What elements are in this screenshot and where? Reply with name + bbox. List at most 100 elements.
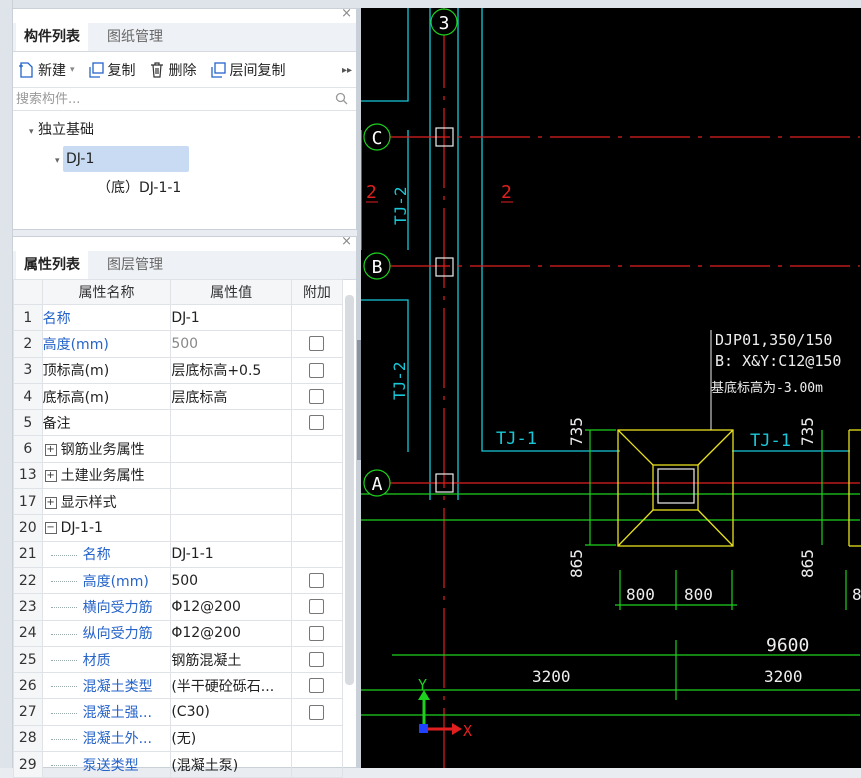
close-icon[interactable]: × [341, 235, 352, 249]
tab-layer-management[interactable]: 图层管理 [99, 251, 171, 279]
extra-checkbox[interactable] [309, 389, 325, 405]
floor-copy-button[interactable]: 层间复制 [209, 60, 286, 80]
extra-checkbox[interactable] [309, 336, 325, 352]
chevron-down-icon[interactable]: ▾ [29, 127, 34, 137]
extra-checkbox[interactable] [309, 678, 325, 694]
cad-label-tj2b: TJ-2 [390, 361, 409, 400]
header-property-name: 属性名称 [41, 279, 172, 305]
cad-canvas[interactable]: 3 C B A 2 2 TJ-2 TJ-2 TJ-1 TJ-1 DJP01,35… [361, 8, 861, 768]
tab-component-list[interactable]: 构件列表 [16, 23, 88, 51]
property-value[interactable]: 层底标高 [170, 382, 292, 411]
cad-dim-3200b: 3200 [764, 667, 803, 686]
delete-label: 删除 [168, 63, 197, 79]
close-icon[interactable]: × [341, 7, 352, 21]
new-label: 新建 [38, 63, 66, 79]
cad-walls [361, 8, 850, 500]
table-row[interactable]: 27 混凝土强... (C30) [13, 698, 344, 726]
header-number [13, 279, 43, 305]
property-name: 横向受力筋 [41, 593, 172, 621]
property-value[interactable]: (混凝土泵) [170, 751, 292, 778]
table-row[interactable]: 13 + 土建业务属性 [13, 461, 344, 490]
table-row[interactable]: 20 − DJ-1-1 [13, 514, 344, 542]
property-name: 材质 [41, 645, 172, 674]
property-value[interactable]: DJ-1 [170, 303, 292, 332]
table-row[interactable]: 29 泵送类型 (混凝土泵) [13, 751, 344, 778]
table-row[interactable]: 26 混凝土类型 (半干硬砼砾石... [13, 672, 344, 700]
property-group: + 钢筋业务属性 [41, 435, 172, 463]
extra-cell [290, 514, 344, 542]
delete-button[interactable]: 删除 [148, 60, 197, 80]
property-value[interactable]: Φ12@200 [170, 619, 292, 647]
property-value[interactable]: (半干硬砼砾石... [170, 672, 292, 700]
table-row[interactable]: 22 高度(mm) 500 [13, 566, 344, 595]
expand-plus-icon[interactable]: + [44, 496, 57, 509]
cad-dim-735b: 735 [798, 417, 817, 446]
extra-checkbox[interactable] [309, 362, 325, 378]
property-value[interactable]: (C30) [170, 698, 292, 726]
cad-drawing[interactable]: 3 C B A 2 2 TJ-2 TJ-2 TJ-1 TJ-1 DJP01,35… [361, 8, 861, 768]
tree-label-root: 独立基础 [37, 122, 94, 138]
row-number: 29 [13, 751, 43, 778]
table-row[interactable]: 21 名称 DJ-1-1 [13, 540, 344, 568]
expand-plus-icon[interactable]: + [44, 444, 57, 457]
axis-label-3: 3 [439, 13, 450, 34]
extra-checkbox[interactable] [309, 625, 325, 641]
table-row[interactable]: 17 + 显示样式 [13, 488, 344, 516]
table-row[interactable]: 3 顶标高(m) 层底标高+0.5 [13, 356, 344, 384]
property-value[interactable]: Φ12@200 [170, 593, 292, 621]
extra-cell [290, 303, 344, 332]
extra-cell [290, 409, 344, 437]
group-label: DJ-1-1 [60, 520, 103, 537]
more-tools-icon[interactable]: ▸▸ [342, 65, 352, 76]
collapse-minus-icon[interactable]: − [44, 522, 57, 535]
extra-checkbox[interactable] [309, 573, 325, 589]
tree-node-dj-1[interactable]: ▾ DJ-1 [55, 146, 189, 172]
table-row[interactable]: 23 横向受力筋 Φ12@200 [13, 593, 344, 621]
row-number: 27 [13, 698, 43, 726]
extra-checkbox[interactable] [309, 415, 325, 431]
table-row[interactable]: 25 材质 钢筋混凝土 [13, 645, 344, 674]
extra-checkbox[interactable] [309, 652, 325, 667]
tree-node-dj-1-1[interactable]: （底）DJ-1-1 [97, 175, 181, 201]
cad-dim-8: 8 [852, 585, 861, 604]
property-value[interactable]: 层底标高+0.5 [170, 356, 292, 384]
extra-checkbox[interactable] [309, 599, 325, 615]
chevron-down-icon[interactable]: ▾ [55, 156, 60, 166]
property-value[interactable]: 500 [170, 330, 292, 358]
cad-note-3: 基底标高为-3.00m [711, 380, 823, 396]
property-value[interactable]: 钢筋混凝土 [170, 645, 292, 674]
table-row[interactable]: 28 混凝土外... (无) [13, 724, 344, 753]
table-row[interactable]: 24 纵向受力筋 Φ12@200 [13, 619, 344, 647]
search-input[interactable] [13, 88, 318, 110]
tree-node-isolated-foundation[interactable]: ▾ 独立基础 [29, 117, 94, 143]
chevron-down-icon[interactable]: ▾ [70, 65, 75, 75]
property-table: 属性名称 属性值 附加 1 名称 DJ-1 2 高度(mm) 500 3 顶标高… [13, 279, 344, 778]
property-value[interactable]: DJ-1-1 [170, 540, 292, 568]
row-number: 26 [13, 672, 43, 700]
copy-button[interactable]: 复制 [87, 60, 136, 80]
table-row[interactable]: 5 备注 [13, 409, 344, 437]
vertical-scrollbar[interactable] [345, 295, 354, 685]
new-button[interactable]: 新建 ▾ [17, 60, 75, 80]
cad-dim-800b: 800 [684, 585, 713, 604]
property-group: − DJ-1-1 [41, 514, 172, 542]
table-row[interactable]: 4 底标高(m) 层底标高 [13, 382, 344, 411]
tab-property-list[interactable]: 属性列表 [16, 251, 88, 279]
table-row[interactable]: 6 + 钢筋业务属性 [13, 435, 344, 463]
property-value[interactable]: (无) [170, 724, 292, 753]
tab-drawing-management[interactable]: 图纸管理 [99, 23, 171, 51]
property-value[interactable]: 500 [170, 566, 292, 595]
property-name: 纵向受力筋 [41, 619, 172, 647]
component-list-panel: × 构件列表 图纸管理 新建 ▾ 复制 删除 层间复制 ▸▸ ▾ 独立基础 ▾ [12, 7, 357, 230]
cad-dim-735a: 735 [567, 417, 586, 446]
expand-plus-icon[interactable]: + [44, 470, 57, 483]
extra-checkbox[interactable] [309, 704, 325, 720]
new-file-icon [19, 62, 33, 78]
property-value[interactable] [170, 409, 292, 437]
top-strip [0, 0, 861, 8]
row-number: 21 [13, 540, 43, 568]
axis-label-c: C [372, 128, 383, 149]
table-row[interactable]: 2 高度(mm) 500 [13, 330, 344, 358]
search-icon[interactable] [335, 92, 348, 105]
table-row[interactable]: 1 名称 DJ-1 [13, 303, 344, 332]
